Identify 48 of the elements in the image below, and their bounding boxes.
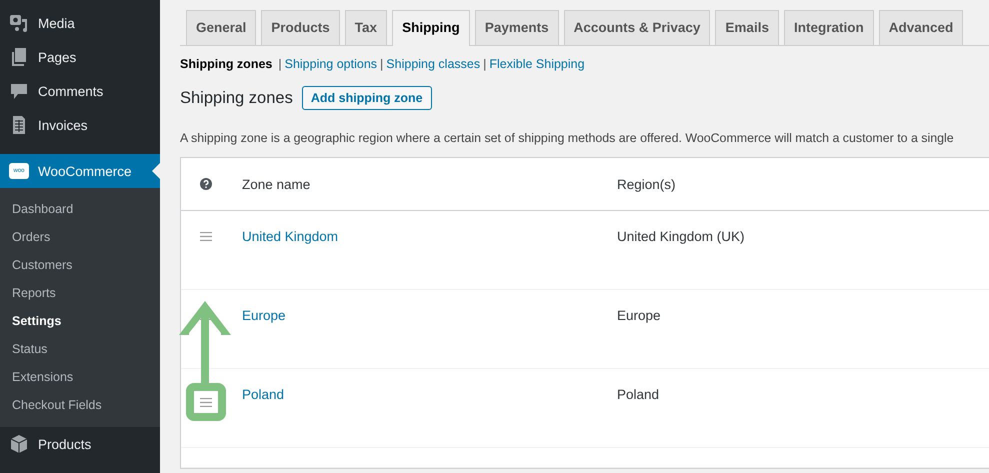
sidebar-item[interactable]: Comments — [0, 74, 160, 108]
settings-tab[interactable]: Payments — [474, 10, 559, 45]
settings-tab[interactable]: Advanced — [878, 10, 964, 45]
settings-tab[interactable]: Emails — [715, 10, 779, 45]
page-heading: Shipping zones — [180, 88, 293, 108]
submenu-item[interactable]: Checkout Fields — [0, 391, 160, 419]
camera-music-icon — [9, 13, 29, 33]
submenu-item[interactable]: Status — [0, 335, 160, 363]
sidebar-item[interactable]: Media — [0, 6, 160, 40]
settings-tab[interactable]: General — [186, 10, 256, 45]
separator: | — [380, 57, 384, 71]
add-zone-button[interactable]: Add shipping zone — [302, 86, 432, 110]
sidebar-item[interactable]: Invoices — [0, 108, 160, 142]
speech-bubble-icon — [9, 81, 29, 101]
separator: | — [483, 57, 486, 71]
sidebar-item[interactable]: Pages — [0, 40, 160, 74]
help-icon — [200, 178, 212, 190]
subsection-link[interactable]: Shipping options — [284, 57, 378, 71]
column-header: Zone name — [241, 176, 312, 192]
table-cell: Europe — [617, 308, 661, 323]
table-cell: Poland — [617, 387, 660, 402]
submenu-item[interactable]: Settings — [0, 307, 160, 335]
subsection-link[interactable]: Shipping zones — [180, 57, 272, 71]
zone-name-link[interactable]: United Kingdom — [242, 229, 338, 244]
zone-name-link[interactable]: Poland — [242, 387, 284, 402]
settings-tab[interactable]: Tax — [344, 10, 388, 45]
column-header: Region(s) — [617, 176, 677, 192]
settings-tab[interactable]: Shipping — [392, 10, 470, 46]
submenu-item[interactable]: Customers — [0, 251, 160, 279]
settings-tab[interactable]: Accounts & Privacy — [564, 10, 710, 45]
submenu-item[interactable]: Extensions — [0, 363, 160, 391]
separator: | — [278, 57, 282, 71]
box-icon — [9, 434, 29, 454]
drag-handle-icon — [200, 232, 212, 240]
drag-handle[interactable] — [186, 383, 226, 421]
zone-name-link[interactable]: Europe — [242, 308, 286, 323]
submenu-item[interactable]: Orders — [0, 223, 160, 251]
subsection-link[interactable]: Shipping classes — [386, 57, 480, 71]
pages-icon — [9, 47, 29, 67]
settings-tab[interactable]: Integration — [784, 10, 874, 45]
drag-handle-icon — [200, 398, 212, 406]
submenu-item[interactable]: Dashboard — [0, 195, 160, 223]
subsection-link[interactable]: Flexible Shipping — [489, 57, 585, 71]
sidebar-item[interactable]: Products — [0, 427, 160, 461]
description-text: A shipping zone is a geographic region where a certain set of shipping methods are offered. WooCommerce will match a customer to a single — [180, 131, 955, 145]
submenu-item[interactable]: Reports — [0, 279, 160, 307]
settings-tab[interactable]: Products — [261, 10, 340, 45]
table-cell: United Kingdom (UK) — [617, 229, 745, 244]
